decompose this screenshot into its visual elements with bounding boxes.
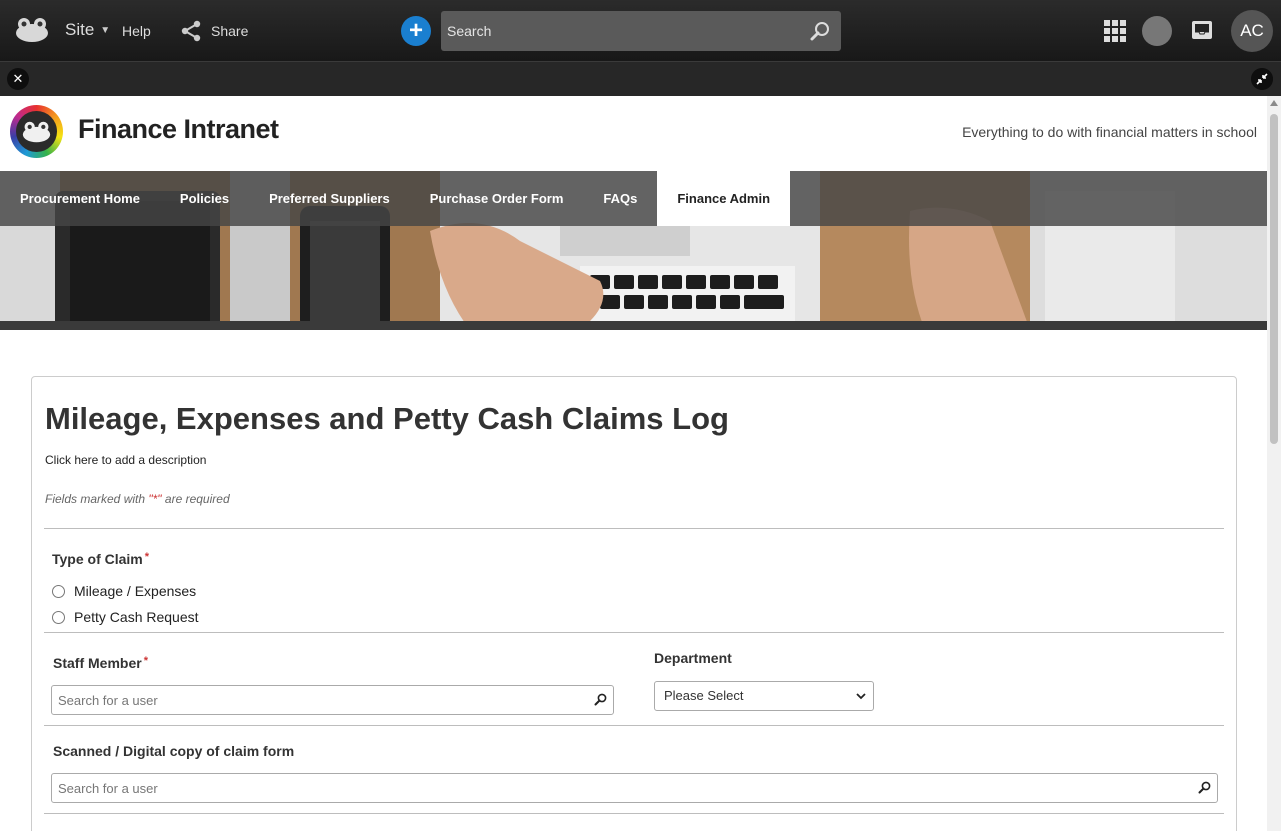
frog-icon	[22, 121, 51, 143]
site-header: Finance Intranet Everything to do with f…	[0, 96, 1267, 171]
nav-item-policies[interactable]: Policies	[160, 171, 249, 226]
required-fields-note: Fields marked with "*" are required	[45, 492, 230, 506]
form-description[interactable]: Click here to add a description	[45, 453, 206, 467]
nav-item-finance-admin[interactable]: Finance Admin	[657, 171, 791, 226]
site-logo[interactable]	[10, 105, 63, 158]
divider	[44, 632, 1224, 633]
inbox-icon[interactable]	[1191, 20, 1213, 40]
share-label: Share	[211, 23, 249, 39]
site-title: Finance Intranet	[78, 114, 279, 144]
radio-option-mileage-expenses[interactable]: Mileage / Expenses	[52, 583, 196, 599]
help-link[interactable]: Help	[122, 23, 151, 39]
divider	[44, 528, 1224, 529]
share-button[interactable]: Share	[179, 19, 248, 43]
nav-item-purchase-order-form[interactable]: Purchase Order Form	[410, 171, 584, 226]
divider	[44, 725, 1224, 726]
scanned-copy-label: Scanned / Digital copy of claim form	[53, 743, 295, 759]
department-label: Department	[654, 650, 732, 666]
main-navigation: Procurement Home Policies Preferred Supp…	[0, 171, 1267, 226]
user-avatar[interactable]: AC	[1231, 10, 1273, 52]
nav-item-faqs[interactable]: FAQs	[583, 171, 657, 226]
apps-grid-icon[interactable]	[1104, 20, 1126, 42]
radio-option-petty-cash-request[interactable]: Petty Cash Request	[52, 609, 199, 625]
banner-bottom-strip	[0, 321, 1267, 330]
scroll-up-arrow-icon[interactable]	[1270, 100, 1278, 106]
required-marker: *	[144, 551, 150, 563]
type-of-claim-label: Type of Claim *	[52, 551, 150, 567]
collapse-icon[interactable]	[1251, 68, 1273, 90]
site-menu[interactable]: Site ▼	[65, 20, 110, 40]
site-menu-label: Site	[65, 20, 95, 39]
chevron-down-icon	[856, 693, 866, 700]
staff-member-search-input[interactable]	[52, 686, 613, 714]
nav-item-preferred-suppliers[interactable]: Preferred Suppliers	[249, 171, 410, 226]
staff-member-search	[51, 685, 614, 715]
scanned-copy-search	[51, 773, 1218, 803]
scrollbar-thumb[interactable]	[1270, 114, 1278, 444]
frog-logo-icon[interactable]	[15, 16, 49, 44]
search-icon[interactable]	[809, 20, 831, 42]
radio-label: Petty Cash Request	[74, 609, 199, 625]
close-icon[interactable]: ✕	[7, 68, 29, 90]
site-tagline: Everything to do with financial matters …	[962, 124, 1257, 140]
form-title: Mileage, Expenses and Petty Cash Claims …	[45, 401, 729, 436]
nav-item-procurement-home[interactable]: Procurement Home	[0, 171, 160, 226]
staff-member-label: Staff Member *	[53, 655, 148, 671]
global-search	[441, 11, 841, 51]
search-icon[interactable]	[1198, 781, 1211, 794]
top-navigation-bar: Site ▼ Help Share + AC	[0, 0, 1281, 61]
required-marker: *	[143, 655, 148, 667]
status-indicator[interactable]	[1142, 16, 1172, 46]
search-icon[interactable]	[594, 693, 607, 706]
department-selected-value: Please Select	[664, 688, 744, 703]
form-card: Mileage, Expenses and Petty Cash Claims …	[31, 376, 1237, 831]
add-button[interactable]: +	[401, 16, 431, 46]
department-select[interactable]: Please Select	[654, 681, 874, 711]
header-banner: Procurement Home Policies Preferred Supp…	[0, 171, 1267, 330]
divider	[44, 813, 1224, 814]
page-toolbar: ✕	[0, 61, 1281, 96]
radio-label: Mileage / Expenses	[74, 583, 197, 599]
radio-button[interactable]	[52, 610, 65, 624]
scanned-copy-search-input[interactable]	[52, 774, 1217, 802]
page-scrollbar[interactable]	[1267, 96, 1281, 831]
global-search-input[interactable]	[441, 11, 801, 51]
chevron-down-icon: ▼	[100, 24, 111, 36]
share-icon	[181, 20, 201, 42]
radio-button[interactable]	[52, 584, 65, 598]
